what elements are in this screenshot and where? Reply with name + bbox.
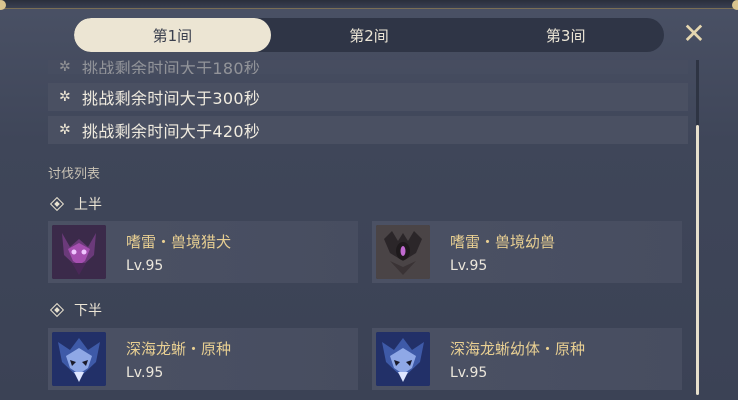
top-border (0, 0, 738, 9)
enemy-level: Lv.95 (450, 364, 488, 381)
close-button[interactable]: ✕ (680, 20, 708, 48)
enemy-name: 深海龙蜥・原种 (126, 339, 232, 358)
enemy-portrait (52, 225, 106, 279)
enemy-card[interactable]: 深海龙蜥・原种 Lv.95 (48, 328, 358, 390)
floor-panel: 第1间 第2间 第3间 ✕ ✲ 挑战剩余时间大于180秒 ✲ 挑战剩余时间大于3… (0, 0, 738, 400)
diamond-icon (49, 302, 65, 318)
enemy-level: Lv.95 (126, 364, 164, 381)
enemy-level: Lv.95 (450, 257, 488, 274)
star-icon: ✲ (58, 60, 72, 74)
scrollbar-thumb[interactable] (696, 125, 699, 395)
star-icon: ✲ (58, 122, 72, 138)
chamber-tabs: 第1间 第2间 第3间 (74, 18, 664, 52)
second-half-label: 下半 (49, 300, 102, 320)
enemy-card[interactable]: 嗜雷・兽境猎犬 Lv.95 (48, 221, 358, 283)
enemy-portrait (376, 225, 430, 279)
condition-row: ✲ 挑战剩余时间大于300秒 (48, 83, 688, 111)
tab-chamber-1[interactable]: 第1间 (74, 18, 271, 52)
enemy-card[interactable]: 深海龙蜥幼体・原种 Lv.95 (372, 328, 682, 390)
corner-ornament (732, 0, 738, 10)
first-half-label: 上半 (49, 194, 102, 214)
tab-chamber-2[interactable]: 第2间 (271, 18, 468, 52)
enemy-card[interactable]: 嗜雷・兽境幼兽 Lv.95 (372, 221, 682, 283)
condition-text: 挑战剩余时间大于180秒 (82, 60, 261, 74)
enemy-portrait (376, 332, 430, 386)
enemy-portrait (52, 332, 106, 386)
close-icon: ✕ (682, 17, 706, 50)
condition-text: 挑战剩余时间大于300秒 (82, 89, 261, 108)
enemy-name: 嗜雷・兽境幼兽 (450, 232, 556, 251)
condition-row: ✲ 挑战剩余时间大于180秒 (48, 60, 688, 74)
enemy-level: Lv.95 (126, 257, 164, 274)
tab-chamber-3[interactable]: 第3间 (467, 18, 664, 52)
star-icon: ✲ (58, 89, 72, 105)
enemy-name: 嗜雷・兽境猎犬 (126, 232, 232, 251)
enemy-name: 深海龙蜥幼体・原种 (450, 339, 586, 358)
condition-text: 挑战剩余时间大于420秒 (82, 122, 261, 141)
diamond-icon (49, 196, 65, 212)
condition-row: ✲ 挑战剩余时间大于420秒 (48, 116, 688, 144)
enemy-list-title: 讨伐列表 (48, 167, 101, 182)
